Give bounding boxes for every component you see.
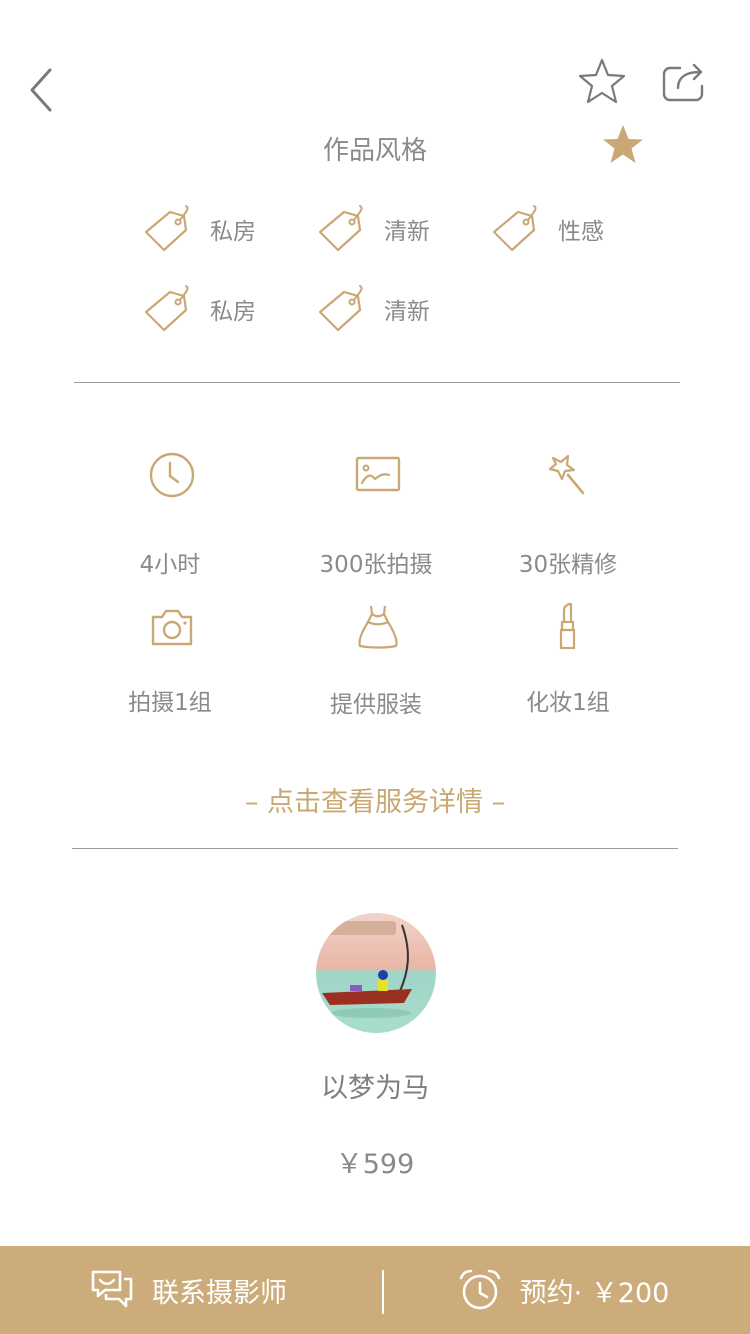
style-tag: 清新 [316,204,430,254]
magic-wand-icon [548,454,585,495]
feature-retouch [468,448,668,506]
divider [72,848,678,849]
chat-icon [91,1270,133,1308]
feature-label: 化妆1组 [526,690,610,716]
style-tag: 性感 [490,204,604,254]
share-icon [662,63,704,102]
tag-icon [144,205,189,252]
contact-photographer-button[interactable]: 联系摄影师 [0,1246,375,1334]
tag-icon [318,285,363,332]
back-button[interactable] [22,62,62,118]
style-tag: 清新 [316,284,430,334]
price: ￥599 [335,1149,415,1180]
feature-duration [72,448,272,506]
tag-icon [318,205,363,252]
style-tag-label: 私房 [210,299,256,325]
style-tag: 私房 [142,284,256,334]
feature-label: 提供服装 [330,692,422,718]
style-tag-label: 性感 [558,219,604,245]
feature-sessions [72,600,272,658]
favorite-button[interactable] [576,56,628,108]
tag-icon [144,285,189,332]
style-tag-label: 清新 [384,299,430,325]
feature-makeup [468,600,668,658]
star-outline-icon [578,58,626,104]
camera-icon [151,609,193,646]
avatar[interactable] [316,913,436,1033]
divider [74,382,680,383]
image-icon [355,456,401,492]
photographer-name: 以梦为马 [321,1073,429,1104]
style-tag-label: 清新 [384,219,430,245]
share-button[interactable] [660,60,708,106]
feature-label: 4小时 [139,552,201,578]
avatar-image [316,913,436,1033]
star-filled-icon [600,122,646,168]
feature-costume [278,600,478,658]
clock-icon [149,452,195,498]
alarm-clock-icon [459,1269,500,1310]
contact-label: 联系摄影师 [152,1277,287,1309]
tag-icon [492,205,537,252]
feature-label: 拍摄1组 [128,690,212,716]
style-tag-label: 私房 [210,219,256,245]
style-tag: 私房 [142,204,256,254]
book-button[interactable]: 预约· ￥200 [375,1246,750,1334]
feature-label: 30张精修 [518,552,618,578]
lipstick-icon [559,602,576,650]
book-label: 预约· ￥200 [519,1277,670,1309]
feature-photos [278,448,478,506]
chevron-left-icon [30,68,52,112]
bottom-action-bar: 联系摄影师 预约· ￥200 [0,1246,750,1334]
bar-divider [382,1270,384,1314]
dress-icon [358,605,398,649]
feature-label: 300张拍摄 [319,552,433,578]
service-details-link[interactable]: – 点击查看服务详情 – [0,780,750,819]
